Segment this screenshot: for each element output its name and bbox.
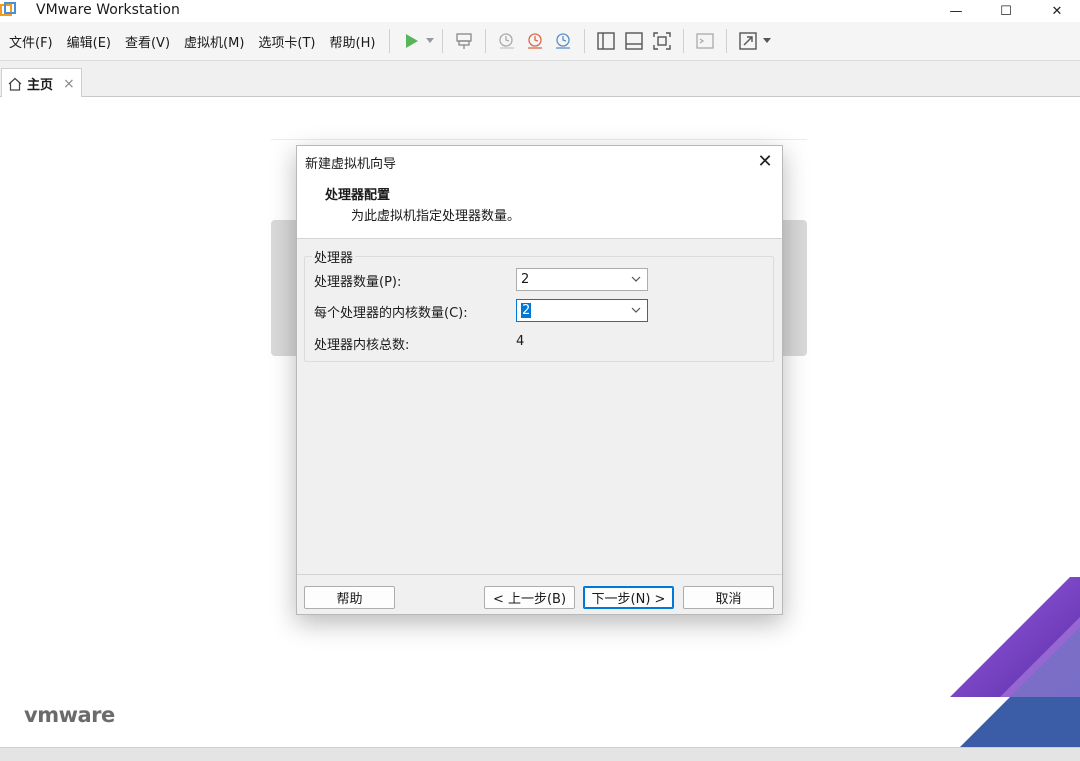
menu-view[interactable]: 查看(V): [118, 32, 177, 51]
total-cores-value: 4: [516, 334, 525, 349]
dialog-footer: 帮助 < 上一步(B) 下一步(N) > 取消: [297, 574, 782, 614]
cores-per-processor-label: 每个处理器的内核数量(C):: [314, 306, 468, 321]
toolbar-separator: [485, 29, 487, 53]
dialog-title: 新建虚拟机向导: [305, 157, 397, 172]
caret-down-icon: [426, 38, 435, 43]
send-ctrl-alt-del-button[interactable]: [450, 27, 478, 55]
snapshot-manager-icon: [556, 33, 571, 49]
dialog-close-button[interactable]: ✕: [753, 150, 777, 172]
stretch-dropdown-button[interactable]: [762, 27, 772, 55]
next-button[interactable]: 下一步(N) >: [583, 586, 674, 609]
vmware-app-icon: [0, 2, 16, 16]
background-divider: [271, 139, 807, 140]
tab-home-label: 主页: [27, 78, 54, 93]
bottom-panel-icon: [625, 32, 644, 50]
cancel-button[interactable]: 取消: [683, 586, 774, 609]
processor-count-select[interactable]: 2: [516, 268, 648, 291]
toolbar-separator: [389, 29, 391, 53]
page-subheading: 为此虚拟机指定处理器数量。: [351, 209, 521, 224]
menu-toolbar: 文件(F) 编辑(E) 查看(V) 虚拟机(M) 选项卡(T) 帮助(H): [0, 22, 1080, 60]
snapshot-button[interactable]: [493, 27, 521, 55]
dialog-header: 新建虚拟机向导 ✕ 处理器配置 为此虚拟机指定处理器数量。: [297, 146, 782, 239]
window-title: VMware Workstation: [36, 2, 180, 18]
stretch-icon: [739, 32, 758, 50]
full-screen-button[interactable]: [648, 27, 676, 55]
processor-count-value: 2: [521, 272, 530, 287]
tab-bar: 主页 ×: [0, 60, 1080, 98]
keyboard-send-icon: [456, 33, 473, 49]
toolbar-separator: [726, 29, 728, 53]
menu-vm[interactable]: 虚拟机(M): [177, 32, 251, 51]
cores-per-processor-select[interactable]: 2: [516, 299, 648, 322]
title-bar: VMware Workstation — ☐ ✕: [0, 0, 1080, 22]
new-vm-wizard-dialog: 新建虚拟机向导 ✕ 处理器配置 为此虚拟机指定处理器数量。 处理器 处理器数量(…: [296, 145, 783, 615]
tab-close-icon[interactable]: ×: [63, 76, 75, 92]
toolbar-separator: [442, 29, 444, 53]
minimize-button[interactable]: —: [933, 0, 979, 22]
snapshot-manager-button[interactable]: [549, 27, 577, 55]
tab-home[interactable]: 主页 ×: [1, 68, 82, 98]
play-icon: [406, 34, 419, 48]
menu-file[interactable]: 文件(F): [0, 32, 60, 51]
toolbar-separator: [683, 29, 685, 53]
back-button[interactable]: < 上一步(B): [484, 586, 575, 609]
help-button[interactable]: 帮助: [304, 586, 395, 609]
brand-corner-graphic: [950, 577, 1080, 747]
total-cores-label: 处理器内核总数:: [314, 338, 410, 353]
processor-count-label: 处理器数量(P):: [314, 275, 402, 290]
chevron-down-icon: [631, 276, 641, 282]
toolbar-separator: [584, 29, 586, 53]
revert-clock-icon: [528, 33, 543, 49]
show-library-button[interactable]: [592, 27, 620, 55]
close-window-button[interactable]: ✕: [1034, 0, 1080, 22]
stretch-guest-button[interactable]: [734, 27, 762, 55]
snapshot-clock-icon: [499, 33, 515, 49]
maximize-button[interactable]: ☐: [983, 0, 1029, 22]
terminal-icon: [696, 33, 715, 49]
cores-per-processor-value: 2: [521, 303, 532, 318]
sidebar-layout-icon: [597, 32, 616, 50]
console-view-button[interactable]: [691, 27, 719, 55]
fullscreen-frame-icon: [653, 32, 672, 50]
show-thumbnail-bar-button[interactable]: [620, 27, 648, 55]
revert-snapshot-button[interactable]: [521, 27, 549, 55]
page-heading: 处理器配置: [325, 188, 391, 203]
chevron-down-icon: [631, 307, 641, 313]
close-icon: ✕: [757, 150, 773, 172]
status-bar: [0, 747, 1080, 761]
home-icon: [8, 77, 22, 91]
menu-tabs[interactable]: 选项卡(T): [251, 32, 322, 51]
menu-help[interactable]: 帮助(H): [323, 32, 383, 51]
menu-edit[interactable]: 编辑(E): [60, 32, 118, 51]
power-dropdown-button[interactable]: [425, 27, 435, 55]
caret-down-icon: [763, 38, 772, 43]
power-on-button[interactable]: [397, 27, 425, 55]
vmware-logo: vmware: [24, 703, 115, 727]
processor-group-label: 处理器: [312, 247, 356, 266]
